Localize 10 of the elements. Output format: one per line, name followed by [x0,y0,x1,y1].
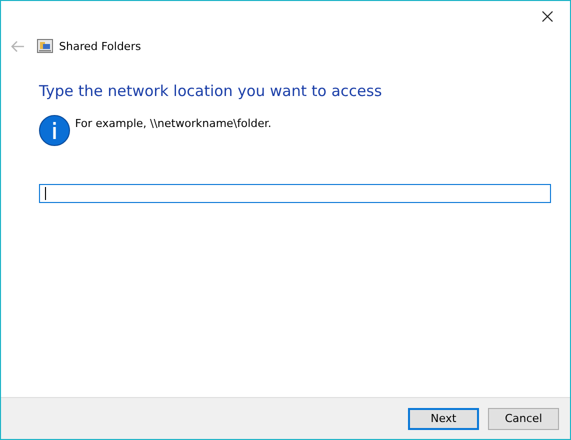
info-text: For example, \\networkname\folder. [75,117,272,130]
next-button[interactable]: Next [408,408,479,430]
back-arrow-icon [10,40,24,52]
window-title: Shared Folders [59,40,141,52]
info-icon [39,115,70,146]
close-icon [542,10,552,22]
shared-folder-icon [37,39,53,53]
cancel-button[interactable]: Cancel [488,408,559,430]
location-input-field[interactable] [39,184,551,203]
page-heading: Type the network location you want to access [39,82,383,100]
